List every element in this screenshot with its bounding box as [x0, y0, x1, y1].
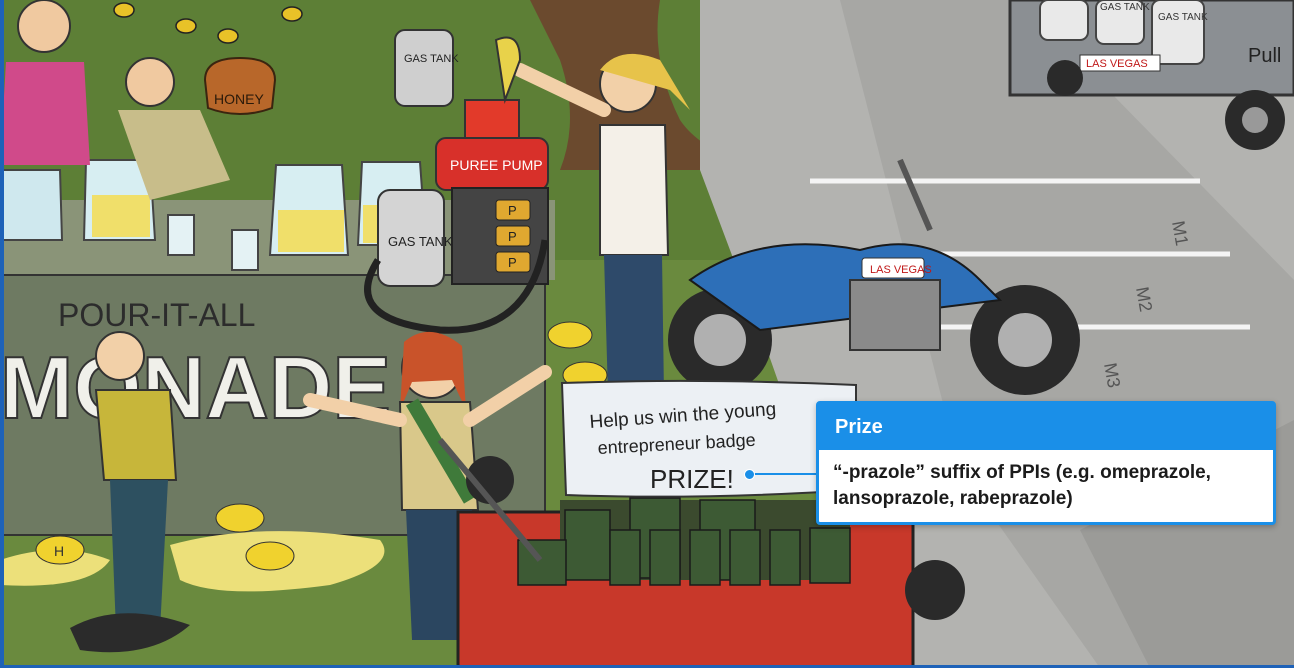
person-tie-dye-head [17, 0, 71, 53]
honey-label: HONEY [214, 91, 264, 107]
prize-banner: Help us win the young entrepreneur badge… [560, 379, 857, 498]
popup-body: “-prazole” suffix of PPIs (e.g. omeprazo… [833, 462, 1211, 509]
banner-line-3: PRIZE! [650, 464, 734, 494]
sign-big-text: MONADE [0, 338, 391, 437]
motorcycle-sticker: LAS VEGAS [870, 264, 932, 276]
truck-side-text: Pull [1248, 45, 1281, 67]
parking-label-m1: M1 [1168, 219, 1192, 247]
scene-stage: M1 M2 M3 GAS TANK GAS TANK LAS VEGAS Pul… [0, 0, 1294, 668]
info-popup[interactable]: Prize “-prazole” suffix of PPIs (e.g. om… [816, 401, 1276, 525]
truck-tank-label-2: GAS TANK [1158, 12, 1208, 23]
illustration: M1 M2 M3 GAS TANK GAS TANK LAS VEGAS Pul… [0, 0, 1294, 668]
person-sitting-head [125, 57, 175, 107]
pump-button-1: P [508, 203, 517, 218]
parking-label-m2: M2 [1132, 285, 1156, 313]
gas-tank-label-2: GAS TANK [388, 234, 453, 249]
gas-tank-label-1: GAS TANK [404, 53, 459, 65]
puree-pump-label: PUREE PUMP [450, 157, 543, 173]
hotspot-connector-line [748, 473, 817, 475]
pump-button-3: P [508, 255, 517, 270]
parking-label-m3: M3 [1100, 361, 1124, 389]
pump-button-2: P [508, 229, 517, 244]
truck-tank-label-1: GAS TANK [1100, 2, 1150, 13]
person-tie-dye-shirt [0, 62, 90, 165]
truck-sticker: LAS VEGAS [1086, 58, 1148, 70]
popup-title: Prize [819, 404, 1273, 450]
lemon-mark-1: H [54, 543, 64, 559]
hotspot-marker[interactable] [744, 469, 755, 480]
sign-top-text: POUR-IT-ALL [58, 297, 255, 333]
